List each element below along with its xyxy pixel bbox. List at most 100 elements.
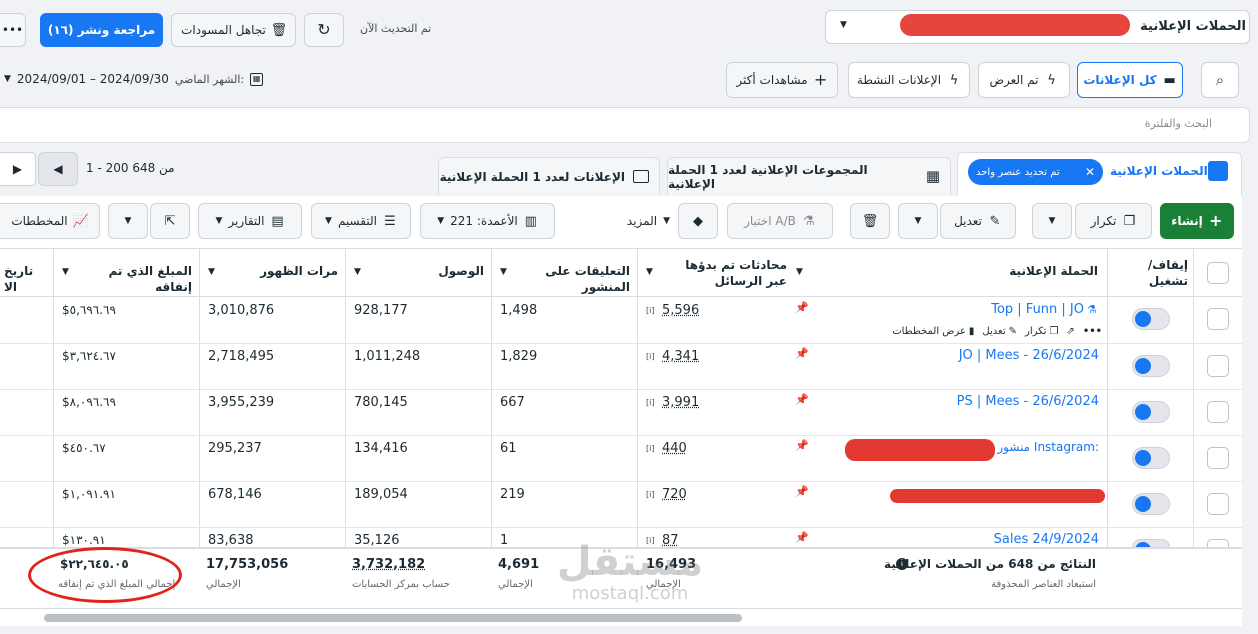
- tab-ads[interactable]: الإعلانات لعدد 1 الحملة الإعلانية: [438, 157, 660, 195]
- toolbar-dropdown[interactable]: ▼: [108, 203, 148, 239]
- row-toggle[interactable]: [1132, 308, 1170, 330]
- discard-drafts-button[interactable]: تجاهل المسودات 🗑: [171, 13, 296, 47]
- search-filter-bar[interactable]: [0, 107, 1250, 143]
- campaign-name-link[interactable]: منشور Instagram:: [997, 440, 1099, 454]
- comments-value: 61: [500, 441, 517, 456]
- delete-button[interactable]: 🗑: [850, 203, 890, 239]
- more-views-button[interactable]: مشاهدات أكثر +: [726, 62, 838, 98]
- header-comments[interactable]: التعليقات على المنشور: [514, 263, 630, 295]
- pagination-prev[interactable]: ◀: [38, 152, 78, 186]
- watermark: مستقل mostaql.com: [545, 540, 715, 604]
- sort-caret-icon[interactable]: ▼: [62, 267, 69, 277]
- impressions-value: 83,638: [208, 533, 254, 548]
- watermark-url: mostaql.com: [571, 583, 689, 604]
- sort-caret-icon[interactable]: ▼: [500, 267, 507, 277]
- row-toggle[interactable]: [1132, 447, 1170, 469]
- search-button[interactable]: ⌕: [1201, 62, 1239, 98]
- trash-icon: 🗑: [270, 22, 288, 38]
- row-checkbox[interactable]: [1207, 493, 1229, 515]
- comments-value: 1: [500, 533, 509, 548]
- filter-delivered-label: تم العرض: [989, 73, 1039, 87]
- duplicate-button[interactable]: تكرار ❐: [1075, 203, 1152, 239]
- row-checkbox[interactable]: [1207, 401, 1229, 423]
- campaign-name-link[interactable]: Top | Funn | JO: [991, 302, 1084, 317]
- duplicate-dropdown[interactable]: ▼: [1032, 203, 1072, 239]
- reach-value: 35,126: [354, 533, 400, 548]
- filter-all-ads[interactable]: كل الإعلانات ▬: [1077, 62, 1183, 98]
- reports-button[interactable]: ▼ التقارير ▤: [198, 203, 302, 239]
- pin-icon[interactable]: 📌: [795, 347, 809, 360]
- row-toggle[interactable]: [1132, 493, 1170, 515]
- more-dropdown[interactable]: المزيد ▼: [600, 210, 670, 232]
- chevron-down-icon: ▼: [437, 216, 445, 226]
- header-spent[interactable]: المبلغ الذي تم إنفاقه: [72, 263, 192, 295]
- filter-delivered[interactable]: تم العرض ϟ: [978, 62, 1070, 98]
- sort-caret-icon[interactable]: ▼: [208, 267, 215, 277]
- spent-value: $٤٥٠.٦٧: [62, 441, 106, 455]
- campaign-name-link[interactable]: Sales 24/9/2024: [994, 532, 1099, 547]
- tag-button[interactable]: ◆: [678, 203, 718, 239]
- search-placeholder: البحث والفلترة: [1144, 117, 1212, 130]
- spent-value: $٥,٦٩٦.٦٩: [62, 303, 116, 317]
- row-toggle[interactable]: [1132, 539, 1170, 547]
- campaign-name-link[interactable]: PS | Mees - 26/6/2024: [957, 394, 1099, 409]
- refresh-button[interactable]: ↻: [304, 13, 344, 47]
- campaign-name-link[interactable]: JO | Mees - 26/6/2024: [959, 348, 1099, 363]
- filter-active-ads[interactable]: الإعلانات النشطة ϟ: [848, 62, 970, 98]
- row-checkbox[interactable]: [1207, 539, 1229, 547]
- review-publish-button[interactable]: مراجعة ونشر (١٦): [40, 13, 163, 47]
- edit-button[interactable]: تعديل ✎: [940, 203, 1016, 239]
- more-icon[interactable]: •••: [1083, 326, 1102, 337]
- impressions-value: 3,010,876: [208, 303, 275, 318]
- edit-dropdown[interactable]: ▼: [898, 203, 938, 239]
- pagination-next[interactable]: ▶: [0, 152, 36, 186]
- spent-value: $١٣٠.٩١: [62, 533, 106, 547]
- impressions-value: 678,146: [208, 487, 262, 502]
- sort-caret-icon[interactable]: ▼: [796, 267, 803, 277]
- header-conversations[interactable]: محادثات تم بدؤها عبر الرسائل: [667, 257, 787, 289]
- breakdown-button[interactable]: ▼ التقسيم ☰: [311, 203, 411, 239]
- select-all-checkbox[interactable]: [1207, 262, 1229, 284]
- more-options-button[interactable]: •••: [0, 13, 26, 47]
- pin-icon[interactable]: 📌: [795, 393, 809, 406]
- scrollbar-thumb[interactable]: [44, 614, 742, 622]
- row-action-charts[interactable]: عرض المخططات ▮: [892, 326, 974, 337]
- header-campaign[interactable]: الحملة الإعلانية: [940, 263, 1098, 279]
- tab-adsets[interactable]: المجموعات الإعلانية لعدد 1 الحملة الإعلا…: [667, 157, 951, 195]
- create-button[interactable]: إنشاء +: [1160, 203, 1234, 239]
- sort-caret-icon[interactable]: ▼: [354, 267, 361, 277]
- breakdown-label: التقسيم: [337, 214, 377, 228]
- chevron-down-icon: ▼: [914, 216, 922, 226]
- row-checkbox[interactable]: [1207, 447, 1229, 469]
- charts-button[interactable]: المخططات 📈: [0, 203, 100, 239]
- ab-test-button[interactable]: اختبار A/B ⚗: [727, 203, 833, 239]
- row-toggle[interactable]: [1132, 355, 1170, 377]
- export-button[interactable]: ⇱: [150, 203, 190, 239]
- pin-icon[interactable]: 📌: [795, 531, 809, 544]
- tab-adsets-label: المجموعات الإعلانية لعدد 1 الحملة الإعلا…: [668, 162, 868, 191]
- horizontal-scrollbar[interactable]: [0, 608, 1242, 626]
- row-checkbox[interactable]: [1207, 308, 1229, 330]
- row-toggle[interactable]: [1132, 401, 1170, 423]
- header-impressions[interactable]: مرات الظهور: [230, 263, 338, 279]
- pin-icon[interactable]: 📌: [795, 485, 809, 498]
- chart-icon[interactable]: ⇗: [1066, 326, 1074, 337]
- row-action-duplicate[interactable]: تكرار ❐: [1025, 326, 1058, 337]
- columns-button[interactable]: ▼ الأعمدة: 221 ▥: [420, 203, 555, 239]
- date-range-picker[interactable]: ▼ 2024/09/01 – 2024/09/30 الشهر الماضي: …: [4, 66, 300, 92]
- conversations-value: 440: [662, 441, 687, 456]
- row-checkbox[interactable]: [1207, 355, 1229, 377]
- row-action-edit[interactable]: تعديل ✎: [982, 326, 1017, 337]
- pin-icon[interactable]: 📌: [795, 301, 809, 314]
- sort-caret-icon[interactable]: ▼: [646, 267, 653, 277]
- redaction-mark: [890, 489, 1105, 503]
- close-icon[interactable]: ✕: [1085, 165, 1095, 179]
- header-date[interactable]: تاريخ الا: [0, 263, 48, 295]
- header-reach[interactable]: الوصول: [380, 263, 484, 279]
- chevron-down-icon: ▼: [215, 216, 223, 226]
- pin-icon[interactable]: 📌: [795, 439, 809, 452]
- impressions-value: 295,237: [208, 441, 262, 456]
- chevron-down-icon[interactable]: ▼: [840, 20, 847, 30]
- folder-icon: [1208, 161, 1228, 181]
- selected-chip[interactable]: تم تحديد عنصر واحد ✕: [968, 159, 1103, 185]
